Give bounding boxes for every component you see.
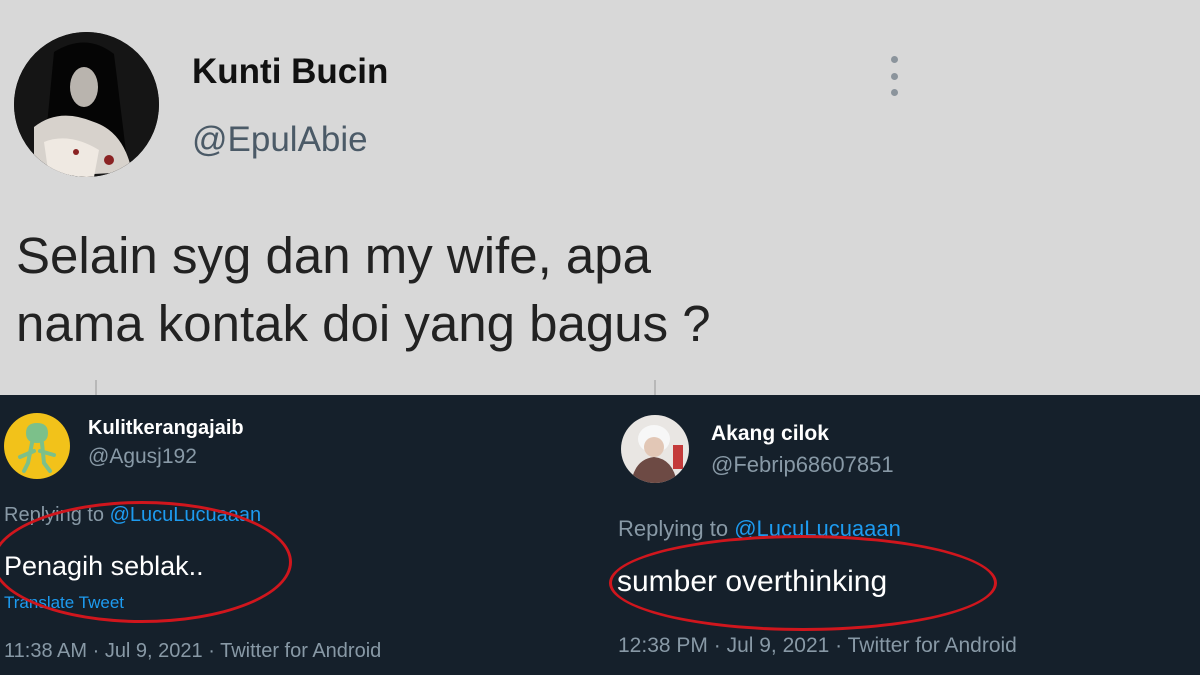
thread-line [95, 380, 97, 395]
avatar-image [4, 413, 70, 479]
meta-separator: · [829, 634, 848, 657]
tweet-text-line-1: Selain syg dan my wife, apa [16, 227, 652, 284]
tweet-meta: 12:38 PM · Jul 9, 2021 · Twitter for And… [618, 634, 1017, 658]
reply-author-name[interactable]: Kulitkerangajaib [88, 417, 244, 440]
tweet-meta: 11:38 AM · Jul 9, 2021 · Twitter for And… [4, 640, 381, 663]
author-handle[interactable]: @EpulAbie [192, 120, 368, 160]
reply-author-name[interactable]: Akang cilok [711, 422, 829, 446]
meta-separator: · [87, 640, 105, 662]
avatar[interactable] [4, 413, 70, 479]
thread-line [654, 380, 656, 395]
reply-author-handle[interactable]: @Febrip68607851 [711, 452, 894, 478]
tweet-source-app[interactable]: Twitter for Android [220, 640, 381, 662]
tweet-date[interactable]: Jul 9, 2021 [727, 634, 830, 657]
reply-tweet-1: Kulitkerangajaib @Agusj192 Replying to @… [0, 395, 600, 675]
tweet-text: Selain syg dan my wife, apa nama kontak … [16, 222, 1136, 358]
replying-label: Replying to [618, 516, 735, 541]
tweet-text-line-2: nama kontak doi yang bagus ? [16, 295, 711, 352]
avatar[interactable] [14, 32, 159, 177]
highlight-circle [0, 501, 292, 623]
avatar[interactable] [621, 415, 689, 483]
tweet-date[interactable]: Jul 9, 2021 [105, 640, 203, 662]
author-name[interactable]: Kunti Bucin [192, 52, 388, 92]
avatar-image [621, 415, 689, 483]
tweet-time[interactable]: 12:38 PM [618, 634, 708, 657]
main-tweet: Kunti Bucin @EpulAbie Selain syg dan my … [0, 0, 1200, 395]
highlight-circle [609, 535, 997, 631]
reply-tweet-2: Akang cilok @Febrip68607851 Replying to … [600, 395, 1200, 675]
reply-author-handle[interactable]: @Agusj192 [88, 445, 197, 469]
meta-separator: · [707, 634, 727, 657]
tweet-source-app[interactable]: Twitter for Android [848, 634, 1017, 657]
meta-separator: · [202, 640, 221, 662]
tweet-time[interactable]: 11:38 AM [4, 640, 87, 662]
more-vertical-icon[interactable] [884, 56, 904, 96]
avatar-image [14, 32, 159, 177]
